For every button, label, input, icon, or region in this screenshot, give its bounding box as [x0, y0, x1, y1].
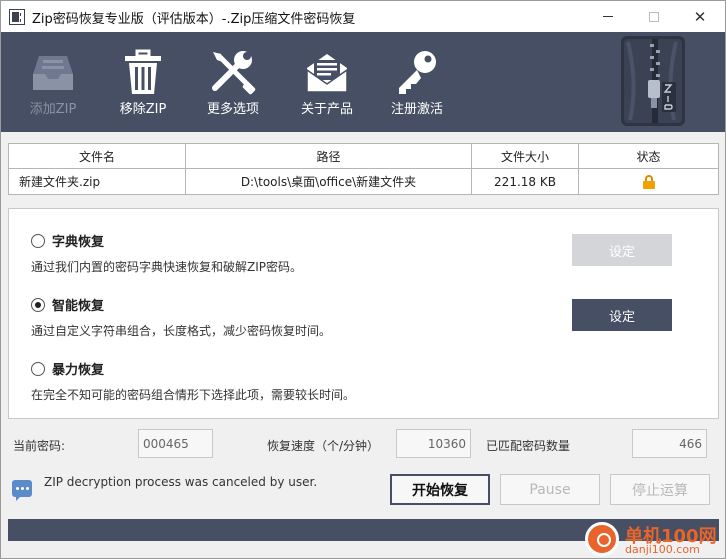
chat-bubble-icon	[12, 480, 32, 501]
cell-filename: 新建文件夹.zip	[9, 169, 186, 194]
start-recovery-button[interactable]: 开始恢复	[390, 474, 490, 505]
title-bar: Zip密码恢复专业版（评估版本）-.Zip压缩文件密码恢复 ✕	[1, 1, 725, 32]
close-button[interactable]: ✕	[677, 1, 723, 32]
column-header-size[interactable]: 文件大小	[472, 144, 579, 169]
register-button[interactable]: 注册激活	[381, 32, 453, 132]
watermark: 单机100网 danji100.com	[585, 520, 725, 558]
dictionary-recovery-option[interactable]: 字典恢复 通过我们内置的密码字典快速恢复和破解ZIP密码。	[31, 231, 302, 275]
smart-settings-button[interactable]: 设定	[572, 299, 672, 331]
pause-button[interactable]: Pause	[500, 474, 600, 505]
current-password-field: 000465	[138, 429, 213, 458]
brute-force-radio[interactable]	[31, 361, 45, 376]
register-label: 注册激活	[390, 102, 443, 117]
key-icon	[399, 51, 436, 94]
dictionary-recovery-label: 字典恢复	[52, 235, 105, 250]
zip-file-logo	[621, 36, 685, 126]
column-header-filename[interactable]: 文件名	[9, 144, 186, 169]
matched-count-field: 466	[632, 429, 707, 458]
table-header: 文件名 路径 文件大小 状态	[9, 144, 718, 169]
lock-icon	[642, 174, 655, 189]
minimize-icon	[603, 16, 613, 17]
dictionary-settings-button[interactable]: 设定	[572, 234, 672, 266]
add-zip-label: 添加ZIP	[29, 102, 77, 117]
file-table: 文件名 路径 文件大小 状态 新建文件夹.zip D:\tools\桌面\off…	[8, 143, 719, 195]
table-row[interactable]: 新建文件夹.zip D:\tools\桌面\office\新建文件夹 221.1…	[9, 169, 718, 194]
status-message: ZIP decryption process was canceled by u…	[44, 475, 318, 489]
smart-recovery-label: 智能恢复	[52, 299, 105, 314]
trash-icon	[125, 49, 161, 94]
window-title: Zip密码恢复专业版（评估版本）-.Zip压缩文件密码恢复	[32, 12, 356, 27]
brute-force-desc: 在完全不知可能的密码组合情形下选择此项，需要较长时间。	[31, 388, 356, 402]
add-zip-button[interactable]: 添加ZIP	[19, 32, 87, 132]
matched-count-label: 已匹配密码数量	[486, 439, 571, 453]
cell-status	[579, 169, 718, 194]
dictionary-recovery-desc: 通过我们内置的密码字典快速恢复和破解ZIP密码。	[31, 260, 302, 274]
more-options-button[interactable]: 更多选项	[197, 32, 269, 132]
brute-force-label: 暴力恢复	[52, 363, 105, 378]
app-window: Zip密码恢复专业版（评估版本）-.Zip压缩文件密码恢复 ✕ 添加ZIP 移除…	[0, 0, 726, 559]
column-header-status[interactable]: 状态	[579, 144, 718, 169]
recovery-options-panel: 字典恢复 通过我们内置的密码字典快速恢复和破解ZIP密码。 设定 智能恢复 通过…	[8, 208, 719, 419]
column-header-path[interactable]: 路径	[186, 144, 472, 169]
watermark-logo-icon	[585, 522, 619, 556]
remove-zip-button[interactable]: 移除ZIP	[109, 32, 177, 132]
dictionary-radio[interactable]	[31, 233, 45, 248]
current-password-label: 当前密码:	[13, 439, 66, 453]
maximize-button[interactable]	[631, 1, 677, 32]
app-icon	[9, 9, 25, 25]
toolbar: 添加ZIP 移除ZIP 更多选项 关于产品 注册激活	[1, 32, 725, 132]
cell-size: 221.18 KB	[472, 169, 579, 194]
smart-recovery-option[interactable]: 智能恢复 通过自定义字符串组合，长度格式，减少密码恢复时间。	[31, 295, 331, 339]
smart-radio[interactable]	[31, 297, 45, 312]
speed-label: 恢复速度（个/分钟）	[267, 439, 380, 453]
tools-icon	[212, 51, 256, 95]
smart-recovery-desc: 通过自定义字符串组合，长度格式，减少密码恢复时间。	[31, 324, 332, 338]
cell-path: D:\tools\桌面\office\新建文件夹	[186, 169, 472, 194]
about-label: 关于产品	[300, 102, 353, 117]
speed-field: 10360	[396, 429, 471, 458]
stop-button[interactable]: 停止运算	[610, 474, 710, 505]
brute-force-option[interactable]: 暴力恢复 在完全不知可能的密码组合情形下选择此项，需要较长时间。	[31, 359, 355, 403]
watermark-text-en: danji100.com	[625, 543, 700, 556]
maximize-icon	[649, 11, 659, 22]
envelope-icon	[306, 54, 348, 93]
about-button[interactable]: 关于产品	[291, 32, 363, 132]
inbox-tray-icon	[33, 56, 73, 90]
more-options-label: 更多选项	[206, 102, 259, 117]
remove-zip-label: 移除ZIP	[119, 102, 167, 117]
minimize-button[interactable]	[585, 1, 631, 32]
